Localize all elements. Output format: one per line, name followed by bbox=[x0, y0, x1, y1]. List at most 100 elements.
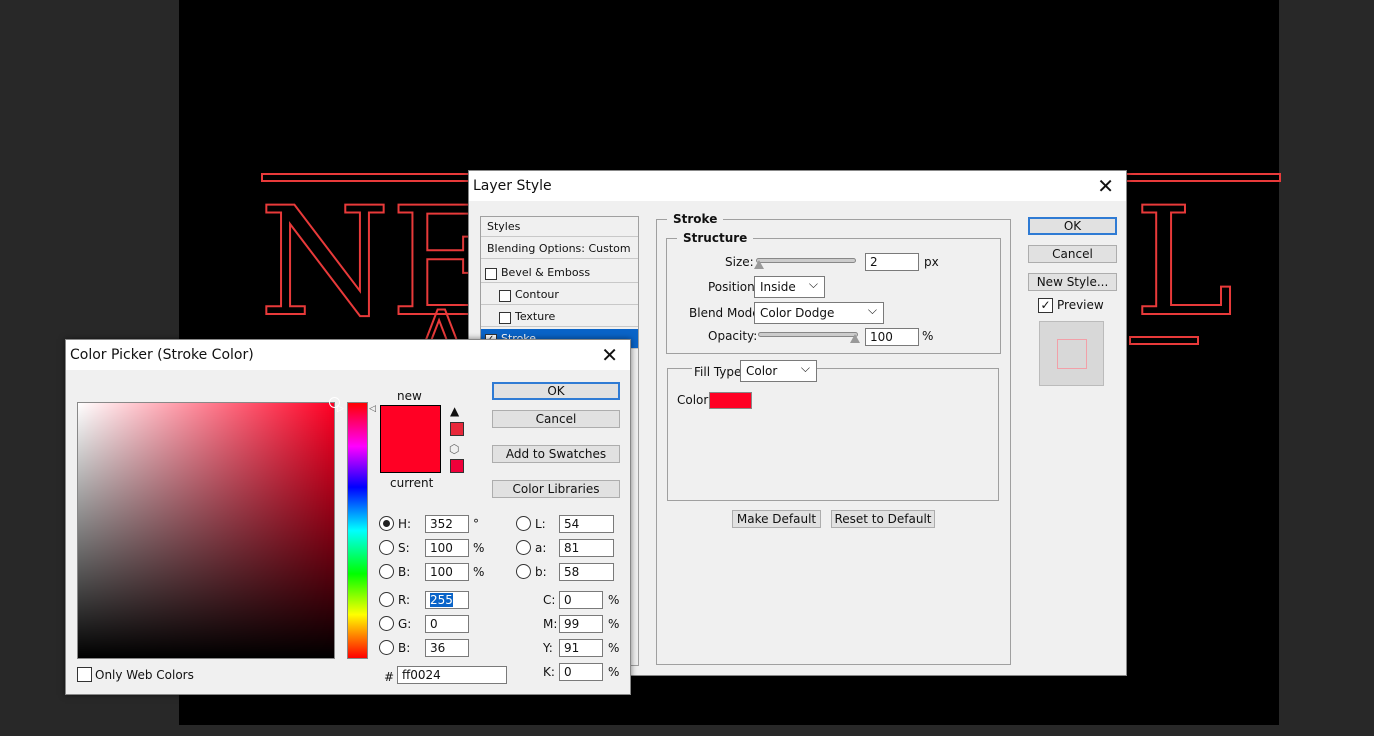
color-label: Color: bbox=[677, 393, 713, 407]
opacity-slider-thumb[interactable] bbox=[850, 334, 860, 343]
ok-button[interactable]: OK bbox=[492, 382, 620, 400]
current-color-swatch[interactable] bbox=[380, 439, 441, 473]
stroke-legend: Stroke bbox=[667, 212, 724, 226]
stroke-color-swatch[interactable] bbox=[709, 392, 752, 409]
hsb-radio[interactable] bbox=[379, 540, 394, 555]
lab-label: L: bbox=[535, 517, 546, 531]
preview-thumbnail bbox=[1039, 321, 1104, 386]
opacity-unit: % bbox=[922, 329, 934, 343]
size-input[interactable]: 2 bbox=[865, 253, 919, 271]
current-label: current bbox=[390, 476, 434, 490]
styles-list-item[interactable]: Blending Options: Custom bbox=[481, 239, 638, 259]
add-to-swatches-button[interactable]: Add to Swatches bbox=[492, 445, 620, 463]
reset-to-default-button[interactable]: Reset to Default bbox=[831, 510, 935, 528]
hsb-unit: % bbox=[473, 565, 485, 579]
cmyk-input[interactable]: 0 bbox=[559, 663, 603, 681]
rgb-input[interactable]: 255 bbox=[425, 591, 469, 609]
cancel-button[interactable]: Cancel bbox=[1028, 245, 1117, 263]
lab-input[interactable]: 58 bbox=[559, 563, 614, 581]
lab-radio[interactable] bbox=[516, 564, 531, 579]
hue-slider-right-arrow[interactable]: ◁ bbox=[369, 404, 376, 414]
lab-radio[interactable] bbox=[516, 540, 531, 555]
size-unit: px bbox=[924, 255, 939, 269]
field-value: 0 bbox=[564, 665, 572, 679]
lab-input[interactable]: 81 bbox=[559, 539, 614, 557]
styles-list-label: Texture bbox=[515, 310, 556, 323]
rgb-input[interactable]: 36 bbox=[425, 639, 469, 657]
rgb-label: R: bbox=[398, 593, 411, 607]
field-value: 255 bbox=[430, 593, 453, 607]
ok-button[interactable]: OK bbox=[1028, 217, 1117, 235]
fill-type-group bbox=[667, 368, 999, 501]
styles-list-item[interactable]: Styles bbox=[481, 217, 638, 237]
color-picker-dialog: Color Picker (Stroke Color) ✕ ▷ ◁ new cu… bbox=[65, 339, 631, 695]
field-value: 54 bbox=[564, 517, 580, 531]
opacity-slider[interactable] bbox=[758, 332, 858, 337]
styles-list-item[interactable]: Contour bbox=[481, 285, 638, 305]
fill-type-select[interactable]: Color bbox=[740, 360, 817, 382]
rgb-label: G: bbox=[398, 617, 412, 631]
hsb-radio[interactable] bbox=[379, 564, 394, 579]
size-slider-thumb[interactable] bbox=[754, 260, 764, 269]
close-icon[interactable]: ✕ bbox=[1097, 174, 1114, 198]
preview-checkbox[interactable]: ✓ bbox=[1038, 298, 1053, 313]
cmyk-input[interactable]: 91 bbox=[559, 639, 603, 657]
web-safe-cube-icon[interactable]: ⬡ bbox=[449, 442, 459, 456]
only-web-colors-label: Only Web Colors bbox=[95, 668, 194, 682]
hex-input[interactable]: ff0024 bbox=[397, 666, 507, 684]
rgb-radio[interactable] bbox=[379, 616, 394, 631]
new-label: new bbox=[397, 389, 422, 403]
blend-mode-label: Blend Mode: bbox=[689, 306, 764, 320]
saturation-brightness-field[interactable] bbox=[77, 397, 340, 659]
styles-list-item[interactable]: Bevel & Emboss bbox=[481, 263, 638, 283]
hue-slider[interactable] bbox=[347, 402, 368, 659]
gamut-color-swatch[interactable] bbox=[450, 422, 464, 436]
fill-type-label: Fill Type: bbox=[692, 365, 746, 379]
web-safe-color-swatch[interactable] bbox=[450, 459, 464, 473]
lab-radio[interactable] bbox=[516, 516, 531, 531]
opacity-input[interactable]: 100 bbox=[865, 328, 919, 346]
style-checkbox[interactable] bbox=[485, 268, 497, 280]
position-select[interactable]: Inside bbox=[754, 276, 825, 298]
cmyk-label: C: bbox=[543, 593, 556, 607]
hsb-radio[interactable] bbox=[379, 516, 394, 531]
style-checkbox[interactable] bbox=[499, 290, 511, 302]
rgb-radio[interactable] bbox=[379, 592, 394, 607]
lab-label: a: bbox=[535, 541, 547, 555]
make-default-button[interactable]: Make Default bbox=[732, 510, 821, 528]
hsb-label: H: bbox=[398, 517, 412, 531]
cmyk-input[interactable]: 0 bbox=[559, 591, 603, 609]
layer-style-titlebar[interactable]: Layer Style bbox=[469, 171, 1126, 201]
rgb-input[interactable]: 0 bbox=[425, 615, 469, 633]
only-web-colors-checkbox[interactable] bbox=[77, 667, 92, 682]
field-value: 58 bbox=[564, 565, 580, 579]
size-slider[interactable] bbox=[756, 258, 856, 263]
hsb-unit: % bbox=[473, 541, 485, 555]
position-label: Position: bbox=[708, 280, 759, 294]
cmyk-label: M: bbox=[543, 617, 558, 631]
color-libraries-button[interactable]: Color Libraries bbox=[492, 480, 620, 498]
field-value: 0 bbox=[430, 617, 438, 631]
out-of-gamut-warning-icon[interactable]: ▲ bbox=[450, 404, 459, 418]
styles-list-item[interactable]: Texture bbox=[481, 307, 638, 327]
new-style-button[interactable]: New Style... bbox=[1028, 273, 1117, 291]
hsb-input[interactable]: 352 bbox=[425, 515, 469, 533]
cmyk-unit: % bbox=[608, 593, 620, 607]
hue-slider-left-arrow[interactable]: ▷ bbox=[337, 404, 344, 414]
hsb-input[interactable]: 100 bbox=[425, 563, 469, 581]
neon-bar-bottom bbox=[1129, 336, 1199, 345]
field-value: 100 bbox=[430, 541, 453, 555]
field-value: 36 bbox=[430, 641, 446, 655]
rgb-radio[interactable] bbox=[379, 640, 394, 655]
preview-label: Preview bbox=[1057, 298, 1104, 312]
close-icon[interactable]: ✕ bbox=[601, 343, 618, 367]
hsb-input[interactable]: 100 bbox=[425, 539, 469, 557]
blend-mode-select[interactable]: Color Dodge bbox=[754, 302, 884, 324]
style-checkbox[interactable] bbox=[499, 312, 511, 324]
dialog-title: Layer Style bbox=[473, 178, 552, 194]
cancel-button[interactable]: Cancel bbox=[492, 410, 620, 428]
color-picker-titlebar[interactable]: Color Picker (Stroke Color) bbox=[66, 340, 630, 370]
lab-input[interactable]: 54 bbox=[559, 515, 614, 533]
cmyk-input[interactable]: 99 bbox=[559, 615, 603, 633]
opacity-label: Opacity: bbox=[708, 329, 758, 343]
